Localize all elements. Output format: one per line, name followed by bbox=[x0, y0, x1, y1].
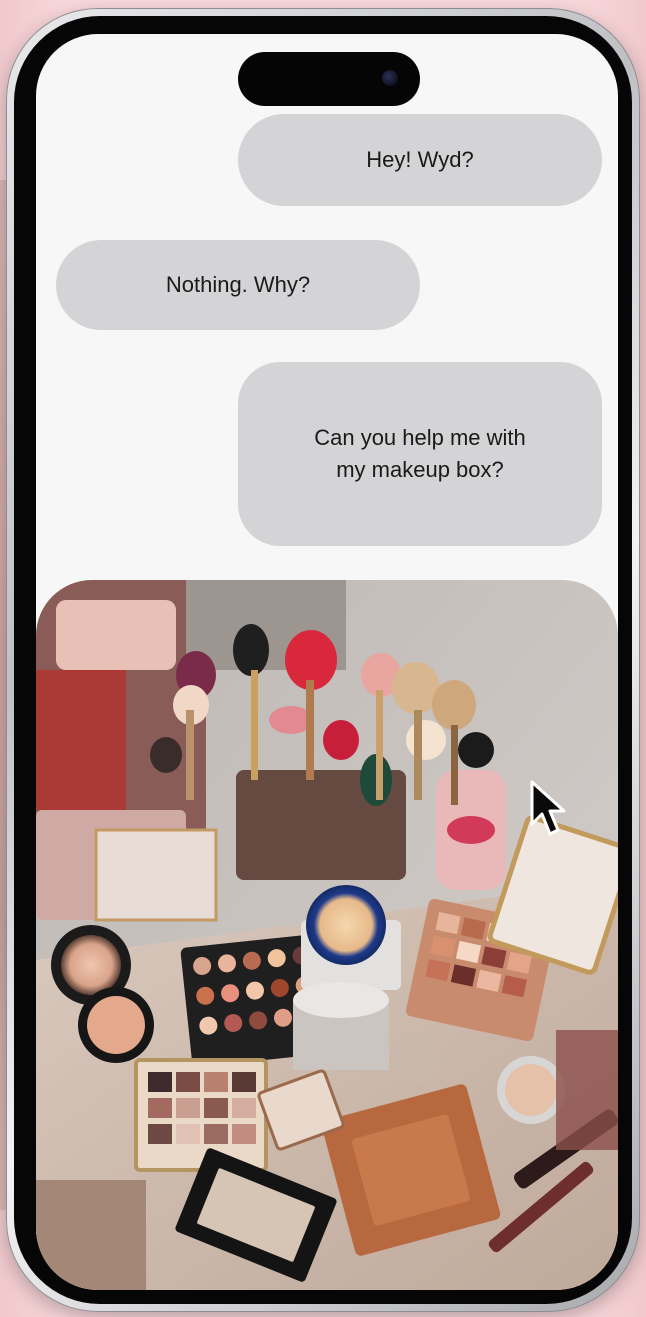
message-text: Nothing. Why? bbox=[165, 272, 311, 297]
camera-icon bbox=[382, 70, 398, 86]
makeup-collection-photo bbox=[36, 580, 618, 1290]
dynamic-island bbox=[238, 52, 420, 106]
chat-screen: Hey! Wyd? Nothing. Why? Can you help me … bbox=[36, 34, 618, 1290]
stage: Hey! Wyd? Nothing. Why? Can you help me … bbox=[0, 0, 646, 1317]
mouse-pointer-icon bbox=[530, 780, 566, 836]
message-text: Hey! Wyd? bbox=[366, 147, 474, 172]
message-bubble-sent[interactable]: Can you help me with my makeup box? bbox=[238, 362, 602, 546]
message-photo-attachment[interactable] bbox=[36, 580, 618, 1290]
message-text: Can you help me with my makeup box? bbox=[314, 425, 526, 482]
message-bubble-received[interactable]: Nothing. Why? bbox=[56, 240, 420, 330]
message-bubble-sent[interactable]: Hey! Wyd? bbox=[238, 114, 602, 206]
